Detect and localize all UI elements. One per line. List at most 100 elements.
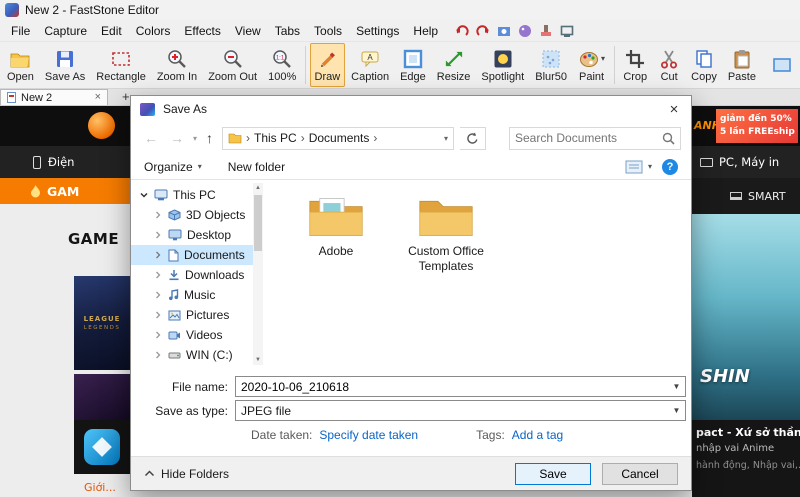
game-thumbnail-2[interactable] — [74, 374, 130, 420]
brush-icon[interactable] — [539, 24, 553, 38]
refresh-button[interactable] — [460, 126, 487, 150]
tree-item-pictures[interactable]: Pictures — [131, 305, 253, 325]
crop-button[interactable]: Crop — [618, 43, 652, 87]
menu-effects[interactable]: Effects — [177, 22, 227, 40]
chevron-down-icon[interactable] — [139, 190, 149, 200]
chevron-down-icon[interactable]: ▼ — [668, 377, 685, 396]
paint-dropdown-icon[interactable]: ▾ — [601, 54, 605, 63]
breadcrumb[interactable]: › This PC › Documents › ▾ — [222, 126, 455, 150]
organize-button[interactable]: Organize ▾ — [144, 160, 202, 174]
draw-button[interactable]: Draw — [309, 43, 346, 87]
palette-icon[interactable] — [518, 24, 532, 38]
recent-locations-icon[interactable]: ▾ — [193, 134, 197, 143]
game-app-icon[interactable] — [84, 429, 120, 465]
resize-button[interactable]: Resize — [432, 43, 476, 87]
hide-folders-button[interactable]: Hide Folders — [144, 467, 229, 481]
file-name-input[interactable] — [236, 379, 668, 394]
menu-tabs[interactable]: Tabs — [268, 22, 307, 40]
menu-settings[interactable]: Settings — [349, 22, 406, 40]
folder-adobe[interactable]: Adobe — [287, 194, 385, 259]
chevron-right-icon[interactable] — [153, 210, 163, 220]
save-as-button[interactable]: Save As — [40, 43, 90, 87]
tree-item-downloads[interactable]: Downloads — [131, 265, 253, 285]
save-button[interactable]: Save — [515, 462, 591, 485]
tree-item-music[interactable]: Music — [131, 285, 253, 305]
open-button[interactable]: Open — [2, 43, 39, 87]
genshin-artwork[interactable]: SHIN — [692, 214, 800, 420]
chevron-right-icon[interactable] — [153, 330, 163, 340]
forward-icon[interactable]: → — [167, 131, 187, 145]
save-type-combo[interactable]: JPEG file ▼ — [235, 400, 686, 421]
cancel-button[interactable]: Cancel — [602, 462, 678, 485]
dialog-close-icon[interactable]: × — [657, 96, 691, 122]
menu-edit[interactable]: Edit — [94, 22, 129, 40]
back-icon[interactable]: ← — [141, 131, 161, 145]
search-input[interactable] — [515, 131, 658, 145]
category-phone-link[interactable]: Điện — [0, 146, 130, 178]
chevron-right-icon[interactable] — [153, 230, 163, 240]
folder-custom-office-templates[interactable]: Custom Office Templates — [397, 194, 495, 274]
file-name-combo[interactable]: ▼ — [235, 376, 686, 397]
breadcrumb-documents[interactable]: Documents — [309, 131, 370, 145]
titlebar: New 2 - FastStone Editor — [0, 0, 800, 20]
menu-file[interactable]: File — [4, 22, 37, 40]
spotlight-button[interactable]: Spotlight — [476, 43, 529, 87]
add-a-tag-link[interactable]: Add a tag — [512, 428, 563, 442]
tab-close-icon[interactable]: × — [95, 92, 101, 103]
tree-scrollbar[interactable]: ▲ ▼ — [253, 183, 263, 365]
tree-item-desktop[interactable]: Desktop — [131, 225, 253, 245]
menu-tools[interactable]: Tools — [307, 22, 349, 40]
copy-button[interactable]: Copy — [686, 43, 722, 87]
specify-date-taken-link[interactable]: Specify date taken — [319, 428, 418, 442]
rectangle-button[interactable]: Rectangle — [91, 43, 151, 87]
menu-capture[interactable]: Capture — [37, 22, 94, 40]
chevron-right-icon[interactable] — [153, 250, 163, 260]
caption-button[interactable]: A Caption — [346, 43, 394, 87]
search-box[interactable] — [509, 126, 681, 150]
footer-link[interactable]: Giới... — [84, 481, 116, 494]
nav-game-link[interactable]: GAM — [0, 178, 130, 204]
scroll-up-icon[interactable]: ▲ — [253, 183, 263, 193]
tree-item-win-c[interactable]: WIN (C:) — [131, 345, 253, 365]
zoom-100-button[interactable]: 1:1 100% — [263, 43, 301, 87]
chevron-down-icon[interactable]: ▼ — [668, 401, 685, 420]
display-icon[interactable] — [560, 24, 574, 38]
menu-colors[interactable]: Colors — [129, 22, 178, 40]
game-thumbnail-league[interactable]: LEAGUE LEGENDS — [74, 276, 130, 370]
cut-button[interactable]: Cut — [653, 43, 685, 87]
menu-smart-link[interactable]: SMART — [692, 178, 800, 214]
redo-icon[interactable] — [476, 24, 490, 38]
capture-icon[interactable] — [497, 24, 511, 38]
view-options-button[interactable]: ▾ — [625, 160, 652, 174]
up-icon[interactable]: ↑ — [203, 131, 216, 145]
category-pc-link[interactable]: PC, Máy in — [692, 146, 800, 178]
new-folder-button[interactable]: New folder — [228, 160, 285, 174]
tree-item-this-pc[interactable]: This PC — [131, 185, 253, 205]
partial-toolbar-button[interactable] — [766, 43, 798, 87]
tab-new-2[interactable]: New 2 × — [0, 89, 108, 105]
chevron-right-icon[interactable] — [153, 290, 163, 300]
help-icon[interactable]: ? — [662, 158, 678, 175]
chevron-right-icon[interactable] — [153, 310, 163, 320]
menu-help[interactable]: Help — [406, 22, 445, 40]
menu-view[interactable]: View — [228, 22, 268, 40]
chevron-right-icon[interactable] — [153, 270, 163, 280]
tree-item-documents[interactable]: Documents — [131, 245, 253, 265]
tree-item-3d-objects[interactable]: 3D Objects — [131, 205, 253, 225]
promo-banner[interactable]: giảm đến 50% 5 lần FREEship — [716, 109, 798, 143]
game-title[interactable]: pact - Xứ sở thần — [696, 426, 800, 439]
dialog-titlebar[interactable]: Save As × — [131, 96, 691, 122]
scroll-down-icon[interactable]: ▼ — [253, 355, 263, 365]
paint-button[interactable]: ▾ Paint — [573, 43, 610, 87]
paste-button[interactable]: Paste — [723, 43, 761, 87]
zoom-out-button[interactable]: Zoom Out — [203, 43, 262, 87]
edge-button[interactable]: Edge — [395, 43, 431, 87]
chevron-right-icon[interactable] — [153, 350, 163, 360]
undo-icon[interactable] — [455, 24, 469, 38]
tree-item-videos[interactable]: Videos — [131, 325, 253, 345]
address-dropdown-icon[interactable]: ▾ — [444, 134, 448, 143]
zoom-in-button[interactable]: Zoom In — [152, 43, 202, 87]
scrollbar-thumb[interactable] — [254, 195, 262, 251]
breadcrumb-this-pc[interactable]: This PC — [254, 131, 297, 145]
blur-button[interactable]: Blur50 — [530, 43, 572, 87]
